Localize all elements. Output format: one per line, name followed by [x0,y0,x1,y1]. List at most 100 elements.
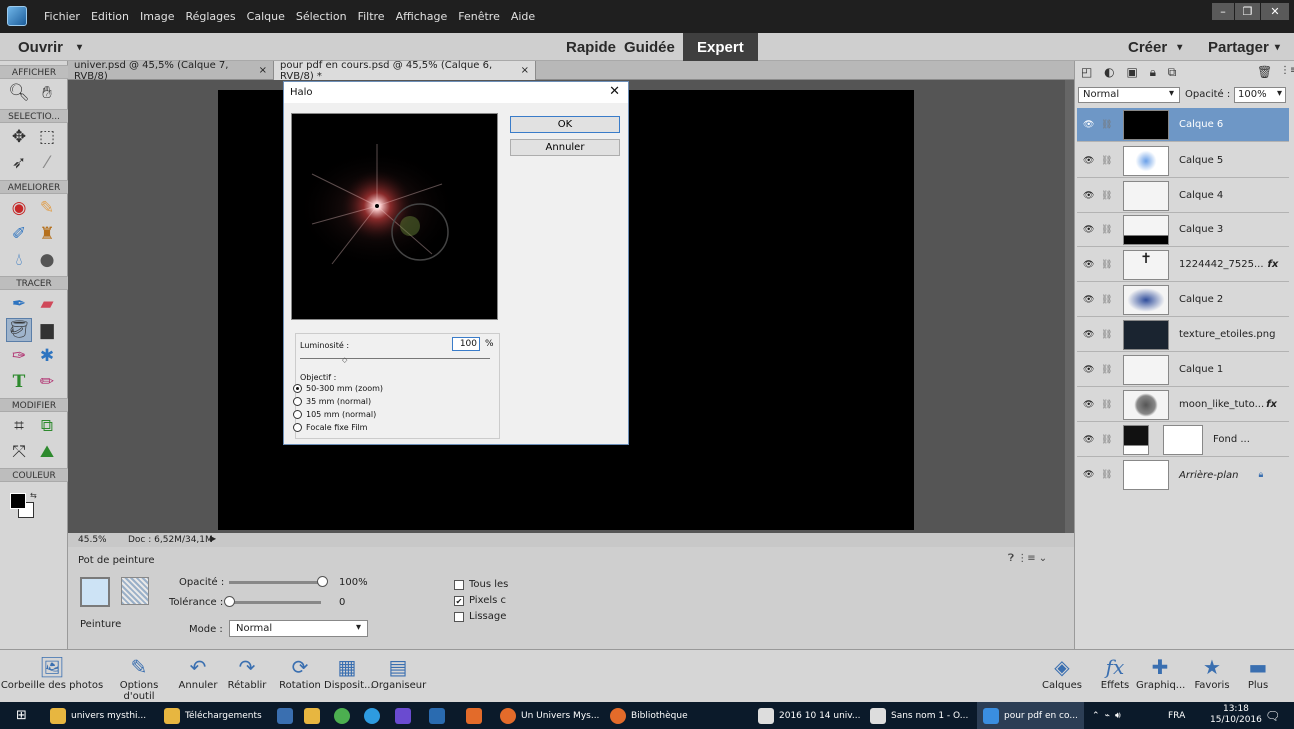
smart-brush-icon[interactable]: ✐ [6,222,32,246]
menu-fenetre[interactable]: Fenêtre [458,10,500,23]
taskbar-pinned-7[interactable] [466,702,482,729]
minimize-icon[interactable]: – [1212,3,1234,20]
menu-calque[interactable]: Calque [247,10,285,23]
notification-icon[interactable]: 🗨︎ [1265,702,1280,729]
brightness-slider[interactable] [300,358,490,359]
menu-reglages[interactable]: Réglages [185,10,235,23]
custom-shape-icon[interactable]: ✱ [34,344,60,368]
checkbox-contiguous[interactable]: ✔ Pixels c [454,595,506,606]
layer-row[interactable]: 👁︎ ⛓︎ Calque 3 [1077,213,1289,247]
taskbar-pinned-6[interactable] [429,702,445,729]
brush-tool-icon[interactable]: ✒ [6,292,32,316]
paint-bucket-tool-icon[interactable]: 🪣︎ [6,318,32,342]
layout-button[interactable]: ▦ Disposit... [324,654,374,691]
gradient-tool-icon[interactable]: ▆ [34,318,60,342]
opacity-slider-handle[interactable] [317,576,328,587]
lasso-tool-icon[interactable]: ➶ [6,151,32,175]
tool-options-button[interactable]: ✎ Options d'outil [103,654,175,702]
zoom-tool-icon[interactable]: 🔍︎ [6,81,32,105]
close-window-icon[interactable]: ✕ [1261,3,1289,20]
vertical-scrollbar[interactable] [1065,80,1074,533]
content-aware-move-icon[interactable]: ⤧ [6,440,32,464]
crop-tool-icon[interactable]: ⌗ [6,414,32,438]
taskbar-app-doc1[interactable]: 2016 10 14 univ... [758,702,861,729]
language-indicator[interactable]: FRA [1168,702,1185,729]
create-button[interactable]: Créer ▾ [1128,33,1182,61]
menu-fichier[interactable]: Fichier [44,10,80,23]
help-icon[interactable]: ❓︎ ⋮≡ ⌄ [1008,553,1047,564]
layer-row[interactable]: 👁︎ ⛓︎ Calque 2 [1077,283,1289,317]
menu-filtre[interactable]: Filtre [358,10,385,23]
taskbar-pinned-1[interactable] [277,702,293,729]
taskbar-app-doc2[interactable]: Sans nom 1 - O... [870,702,968,729]
taskbar-pinned-4[interactable] [364,702,380,729]
lens-option-50-300[interactable]: 50-300 mm (zoom) [293,384,383,393]
color-picker-icon[interactable]: ✑ [6,344,32,368]
layer-row[interactable]: 👁︎ ⛓︎ Arrière-plan 🔒︎ [1077,458,1289,492]
lens-option-105[interactable]: 105 mm (normal) [293,410,376,419]
blur-tool-icon[interactable]: 💧︎ [6,248,32,272]
tab-pour-pdf[interactable]: pour pdf en cours.psd @ 45,5% (Calque 6,… [274,60,536,82]
brightness-slider-handle[interactable]: ◇ [342,356,347,364]
layer-row[interactable]: 👁︎ ⛓︎ Calque 6 [1077,108,1289,142]
trash-icon[interactable]: 🗑︎ [1257,65,1272,79]
layers-button[interactable]: ◈ Calques [1040,654,1084,691]
ok-button[interactable]: OK [510,116,620,133]
checkbox-antialias[interactable]: Lissage [454,611,506,622]
spot-healing-icon[interactable]: ✎ [34,196,60,220]
marquee-tool-icon[interactable]: ⬚ [34,125,60,149]
menu-image[interactable]: Image [140,10,174,23]
recompose-tool-icon[interactable]: ⧉ [34,414,60,438]
menu-edition[interactable]: Edition [91,10,129,23]
tray-icons[interactable]: ⌃ ⌁ 🔊︎ [1092,702,1121,729]
layer-row[interactable]: 👁︎ ⛓︎ Fond ... [1077,423,1289,457]
taskbar-pinned-3[interactable] [334,702,350,729]
hand-tool-icon[interactable]: ✋︎ [34,81,60,105]
photo-bin-button[interactable]: 🖼︎ Corbeille des photos [0,654,104,691]
graphics-button[interactable]: ✚ Graphiq... [1136,654,1185,691]
tolerance-slider-handle[interactable] [224,596,235,607]
layer-opacity-input[interactable]: 100% ▾ [1234,87,1286,103]
mode-expert[interactable]: Expert [683,33,758,61]
lens-option-film[interactable]: Focale fixe Film [293,423,367,432]
menu-affichage[interactable]: Affichage [396,10,448,23]
effects-button[interactable]: fx Effets [1097,654,1133,691]
taskbar-app-explorer[interactable]: univers mysthi... [50,702,146,729]
text-tool-icon[interactable]: T [6,370,32,394]
windows-start-icon[interactable]: ⊞ [16,702,27,729]
layer-row[interactable]: 👁︎ ⛓︎ Calque 4 [1077,179,1289,213]
tolerance-slider[interactable] [229,601,321,604]
move-tool-icon[interactable]: ✥ [6,125,32,149]
taskbar-pinned-2[interactable] [304,702,320,729]
taskbar-app-downloads[interactable]: Téléchargements [164,702,262,729]
tab-univer[interactable]: univer.psd @ 45,5% (Calque 7, RVB/8) × [68,60,274,82]
status-menu-arrow-icon[interactable]: ▶ [210,534,216,543]
taskbar-pinned-5[interactable] [395,702,411,729]
close-icon[interactable]: ✕ [609,84,620,99]
restore-icon[interactable]: ❐ [1235,3,1260,20]
share-button[interactable]: Partager ▾ [1208,33,1280,61]
menu-aide[interactable]: Aide [511,10,535,23]
layer-row[interactable]: 👁︎ ⛓︎ Calque 5 [1077,144,1289,178]
redo-button[interactable]: ↷ Rétablir [226,654,268,691]
layer-row[interactable]: 👁︎ ⛓︎ ✝ 1224442_7525... fx [1077,248,1289,282]
taskbar-app-photoshop[interactable]: pour pdf en co... [977,702,1084,729]
clone-stamp-icon[interactable]: ♜ [34,222,60,246]
organizer-button[interactable]: ▤ Organiseur [371,654,426,691]
checkbox-all-layers[interactable]: Tous les [454,579,508,590]
swap-colors-icon[interactable]: ⇆ [30,491,37,500]
taskbar-app-firefox[interactable]: Un Univers Mys... [500,702,599,729]
mode-select[interactable]: Normal ▾ [229,620,368,637]
blend-mode-select[interactable]: Normal ▾ [1078,87,1180,103]
layer-tools-icons[interactable]: ◰ ◐ ▣ 🔒︎ ⧉ [1081,65,1180,80]
straighten-tool-icon[interactable]: ⛰︎ [34,440,60,464]
layer-row[interactable]: 👁︎ ⛓︎ texture_etoiles.png [1077,318,1289,352]
fill-paint-swatch[interactable] [80,577,110,607]
lens-option-35[interactable]: 35 mm (normal) [293,397,371,406]
taskbar-app-library[interactable]: Bibliothèque [610,702,688,729]
favorites-button[interactable]: ★ Favoris [1193,654,1231,691]
halo-preview[interactable] [291,113,498,320]
eraser-tool-icon[interactable]: ▰ [34,292,60,316]
clock[interactable]: 13:18 15/10/2016 [1210,704,1262,726]
fill-pattern-swatch[interactable] [121,577,149,605]
